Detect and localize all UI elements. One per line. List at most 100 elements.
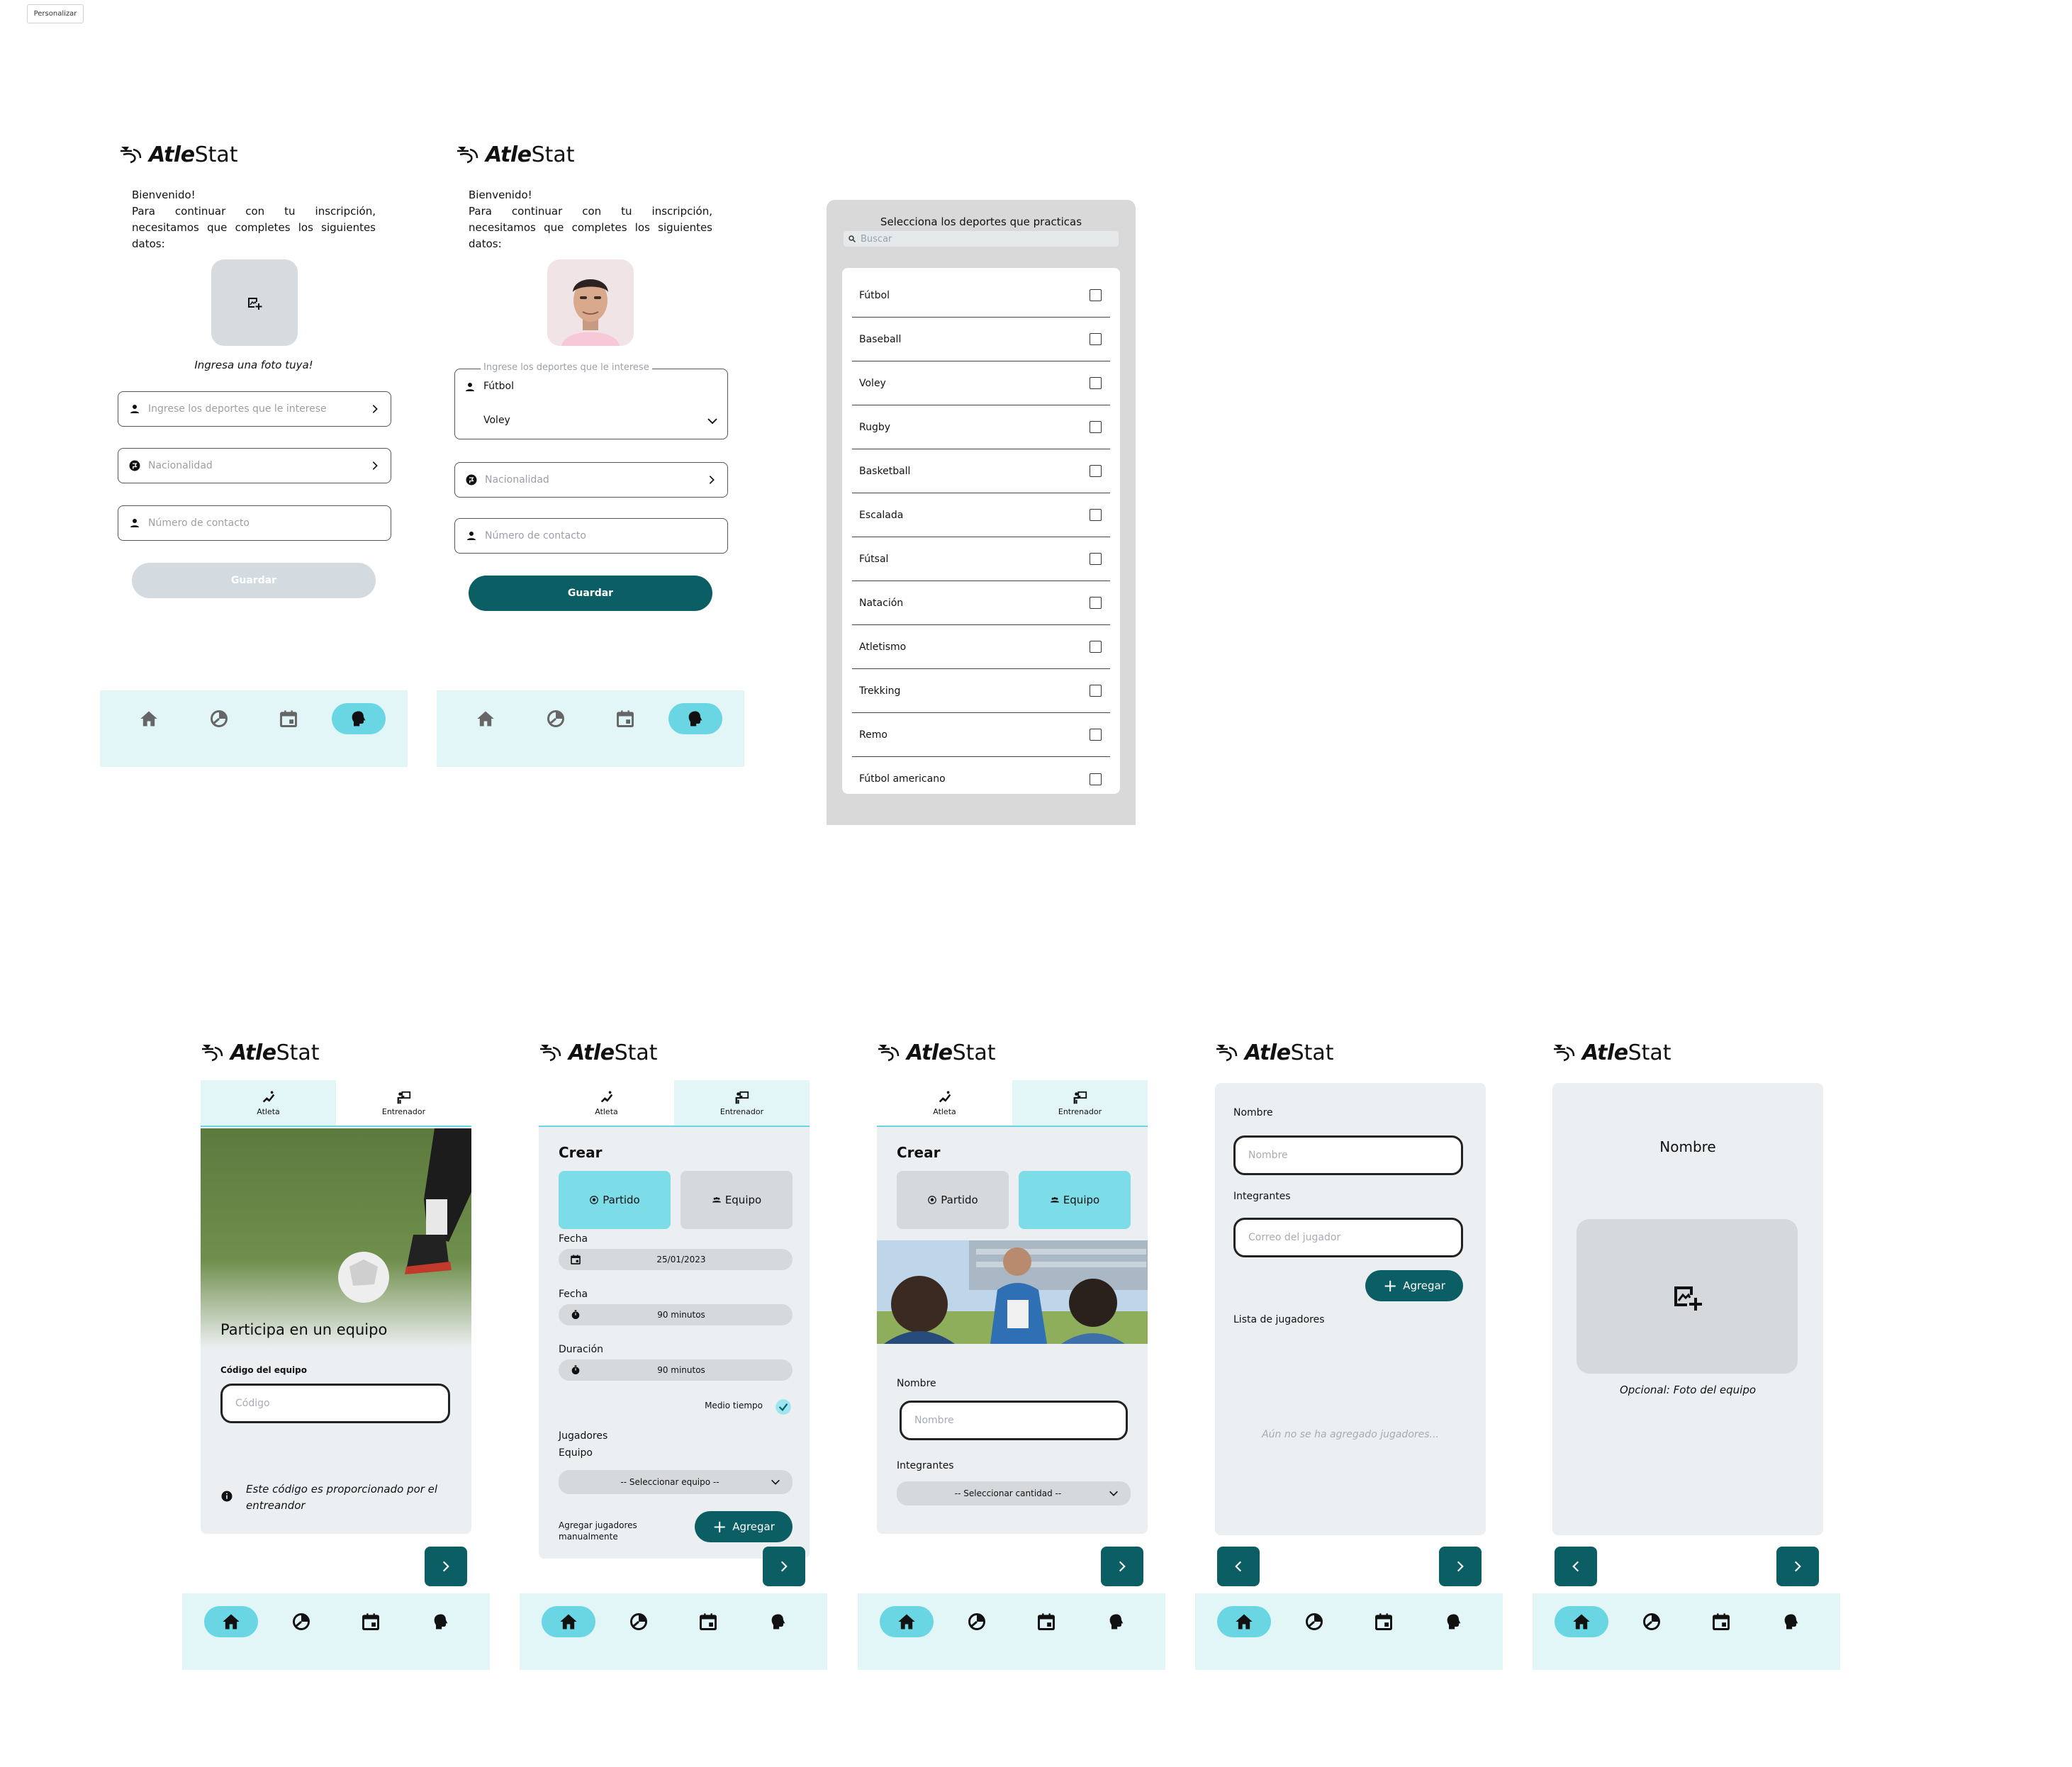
- sport-option[interactable]: Fútbol americano: [852, 757, 1110, 801]
- nav-calendar[interactable]: [1357, 1606, 1411, 1637]
- nav-home[interactable]: [1217, 1606, 1272, 1637]
- sport-option[interactable]: Trekking: [852, 669, 1110, 713]
- phone-input[interactable]: Número de contacto: [118, 505, 391, 541]
- nav-stats[interactable]: [950, 1606, 1004, 1637]
- sport-option[interactable]: Baseball: [852, 318, 1110, 361]
- nav-profile[interactable]: [668, 703, 722, 734]
- sport-checkbox[interactable]: [1090, 289, 1102, 301]
- save-button[interactable]: Guardar: [469, 576, 712, 611]
- next-button[interactable]: [1776, 1547, 1819, 1586]
- save-button-disabled[interactable]: Guardar: [132, 563, 376, 598]
- nav-home[interactable]: [459, 703, 513, 734]
- nationality-input[interactable]: Nacionalidad: [118, 448, 391, 483]
- next-button[interactable]: [425, 1547, 467, 1586]
- sports-list: Fútbol Baseball Voley Rugby Basketball Escala…: [842, 268, 1120, 794]
- sport-checkbox[interactable]: [1090, 641, 1102, 653]
- match-option-button[interactable]: Partido: [897, 1171, 1009, 1229]
- nav-home[interactable]: [542, 1606, 596, 1637]
- nav-stats[interactable]: [192, 703, 246, 734]
- back-button[interactable]: [1555, 1547, 1597, 1586]
- sport-checkbox[interactable]: [1090, 333, 1102, 345]
- members-count-select[interactable]: -- Seleccionar cantidad --: [897, 1481, 1131, 1505]
- next-button[interactable]: [763, 1547, 805, 1586]
- back-button[interactable]: [1217, 1547, 1260, 1586]
- sport-checkbox[interactable]: [1090, 465, 1102, 477]
- sport-option[interactable]: Basketball: [852, 449, 1110, 493]
- nav-profile[interactable]: [331, 703, 386, 734]
- sports-multiselect[interactable]: Ingrese los deportes que le interese Fút…: [454, 362, 728, 439]
- sport-checkbox[interactable]: [1090, 509, 1102, 521]
- nav-calendar[interactable]: [1019, 1606, 1073, 1637]
- nav-profile[interactable]: [1090, 1606, 1143, 1637]
- team-name-placeholder: Nombre: [1248, 1150, 1288, 1161]
- next-button[interactable]: [1101, 1547, 1143, 1586]
- sport-option[interactable]: Natación: [852, 581, 1110, 625]
- sport-option[interactable]: Escalada: [852, 493, 1110, 537]
- head-icon: [431, 1612, 451, 1632]
- match-option-button[interactable]: Partido: [559, 1171, 671, 1229]
- sports-search-input[interactable]: Buscar: [844, 231, 1119, 247]
- time-field[interactable]: 90 minutos: [559, 1304, 793, 1325]
- team-option-button[interactable]: Equipo: [681, 1171, 793, 1229]
- sport-checkbox[interactable]: [1090, 377, 1102, 389]
- sport-option[interactable]: Remo: [852, 713, 1110, 757]
- team-option-button[interactable]: Equipo: [1019, 1171, 1131, 1229]
- team-select[interactable]: -- Seleccionar equipo --: [559, 1470, 793, 1494]
- nav-home[interactable]: [204, 1606, 259, 1637]
- nav-calendar[interactable]: [681, 1606, 735, 1637]
- nav-calendar[interactable]: [344, 1606, 398, 1637]
- sport-checkbox[interactable]: [1090, 553, 1102, 565]
- tab-coach-label: Entrenador: [1058, 1106, 1102, 1116]
- sport-checkbox[interactable]: [1090, 597, 1102, 609]
- half-time-check-icon[interactable]: [774, 1398, 793, 1416]
- tab-athlete[interactable]: Atleta: [539, 1080, 674, 1127]
- sport-option[interactable]: Voley: [852, 361, 1110, 405]
- player-email-input[interactable]: Correo del jugador: [1233, 1218, 1463, 1257]
- chevron-down-icon[interactable]: [706, 415, 719, 427]
- sport-checkbox[interactable]: [1090, 729, 1102, 741]
- nav-stats[interactable]: [1287, 1606, 1341, 1637]
- tab-athlete[interactable]: Atleta: [201, 1080, 336, 1127]
- sport-option[interactable]: Fútbol: [852, 274, 1110, 318]
- team-name-input[interactable]: Nombre: [1233, 1135, 1463, 1175]
- photo-upload[interactable]: [211, 259, 298, 346]
- nav-profile[interactable]: [414, 1606, 468, 1637]
- tab-coach[interactable]: Entrenador: [336, 1080, 471, 1127]
- sport-option[interactable]: Rugby: [852, 405, 1110, 449]
- tab-athlete[interactable]: Atleta: [877, 1080, 1012, 1127]
- tab-coach[interactable]: Entrenador: [674, 1080, 810, 1127]
- nav-calendar[interactable]: [1694, 1606, 1748, 1637]
- nav-calendar[interactable]: [262, 703, 315, 734]
- nav-profile[interactable]: [751, 1606, 805, 1637]
- tab-coach[interactable]: Entrenador: [1012, 1080, 1148, 1127]
- add-players-button[interactable]: + Agregar: [695, 1511, 793, 1542]
- sport-option[interactable]: Atletismo: [852, 625, 1110, 669]
- nav-stats[interactable]: [1625, 1606, 1679, 1637]
- duration-field[interactable]: 90 minutos: [559, 1359, 793, 1381]
- next-button[interactable]: [1439, 1547, 1482, 1586]
- nav-stats[interactable]: [274, 1606, 328, 1637]
- nav-stats[interactable]: [529, 703, 583, 734]
- sport-checkbox[interactable]: [1090, 685, 1102, 697]
- nationality-input[interactable]: Nacionalidad: [454, 462, 728, 498]
- nav-home[interactable]: [122, 703, 176, 734]
- team-code-input[interactable]: Código: [220, 1384, 450, 1423]
- date-field[interactable]: 25/01/2023: [559, 1249, 793, 1270]
- profile-photo[interactable]: [547, 259, 634, 346]
- sport-checkbox[interactable]: [1090, 421, 1102, 433]
- nav-home[interactable]: [880, 1606, 934, 1637]
- team-name-input[interactable]: Nombre: [900, 1401, 1128, 1440]
- nav-calendar[interactable]: [598, 703, 652, 734]
- nav-home[interactable]: [1555, 1606, 1609, 1637]
- nav-profile[interactable]: [1764, 1606, 1818, 1637]
- brand-stat: Stat: [1290, 1040, 1334, 1065]
- add-player-button[interactable]: + Agregar: [1365, 1270, 1463, 1301]
- nav-stats[interactable]: [612, 1606, 666, 1637]
- phone-input[interactable]: Número de contacto: [454, 518, 728, 554]
- sports-input[interactable]: Ingrese los deportes que le interese: [118, 391, 391, 427]
- team-photo-upload[interactable]: [1577, 1219, 1798, 1374]
- sport-checkbox[interactable]: [1090, 773, 1102, 785]
- nav-profile[interactable]: [1427, 1606, 1481, 1637]
- personalizar-button[interactable]: Personalizar: [27, 4, 84, 23]
- sport-option[interactable]: Fútsal: [852, 537, 1110, 581]
